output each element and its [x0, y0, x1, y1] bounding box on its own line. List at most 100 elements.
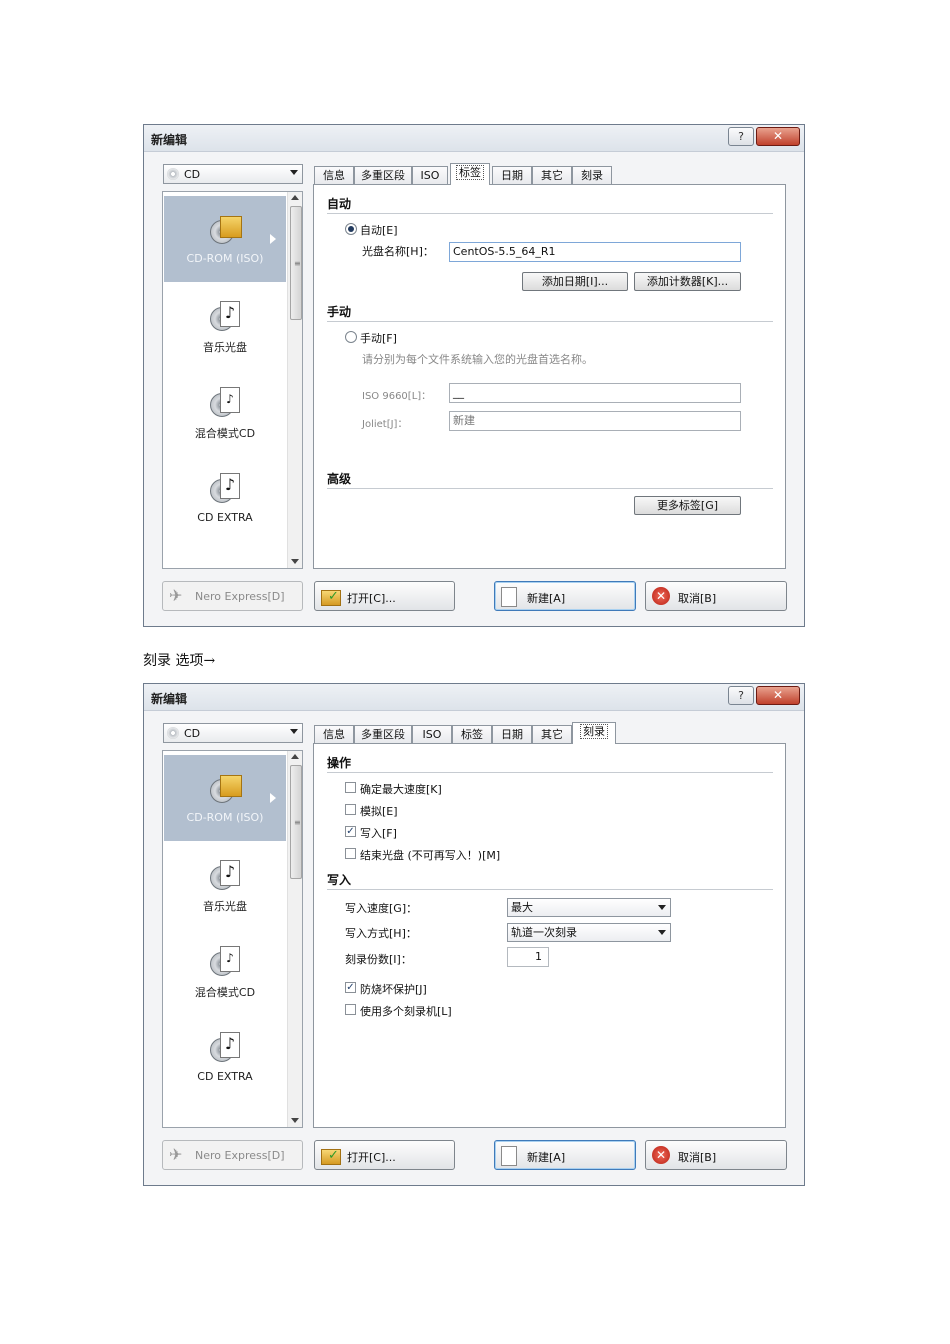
list-item-cdrom-iso[interactable]: CD-ROM (ISO): [164, 196, 286, 282]
tab-burn[interactable]: 刻录: [572, 722, 616, 744]
audio-cd-icon: ♪: [210, 860, 240, 890]
multi-recorder-label: 使用多个刻录机[L]: [360, 1005, 452, 1018]
chevron-right-icon: [270, 234, 276, 244]
list-scrollbar[interactable]: ≡: [287, 751, 302, 1127]
cd-extra-icon: ♪: [210, 473, 240, 503]
manual-radio[interactable]: [345, 331, 357, 343]
list-item-audio-cd[interactable]: ♪ 音乐光盘: [164, 283, 286, 369]
list-scrollbar[interactable]: ≡: [287, 192, 302, 568]
tab-date[interactable]: 日期: [492, 725, 532, 743]
help-button[interactable]: ?: [728, 127, 754, 146]
iso9660-label: ISO 9660[L]：: [362, 391, 432, 402]
burnproof-label: 防烧坏保护[J]: [360, 983, 427, 996]
manual-radio-label: 手动[F]: [360, 332, 397, 345]
tab-multisession[interactable]: 多重区段: [354, 725, 412, 743]
finalize-disc-checkbox[interactable]: [345, 848, 356, 859]
open-button[interactable]: 打开[C]...: [314, 581, 455, 611]
close-button[interactable]: ✕: [756, 127, 800, 146]
write-speed-select[interactable]: 最大: [507, 898, 671, 917]
disc-type-select[interactable]: CD: [163, 164, 303, 184]
tab-info[interactable]: 信息: [314, 725, 354, 743]
scroll-down-icon[interactable]: [291, 1118, 299, 1123]
write-checkbox[interactable]: ✓: [345, 826, 356, 837]
list-item-cd-extra[interactable]: ♪ CD EXTRA: [164, 1014, 286, 1100]
copies-stepper[interactable]: 1: [507, 947, 549, 967]
nero-express-button[interactable]: ✈ Nero Express[D]: [162, 1140, 303, 1170]
determine-max-speed-checkbox[interactable]: [345, 782, 356, 793]
mixed-mode-cd-icon: ♪: [210, 387, 240, 417]
list-item-cd-extra[interactable]: ♪ CD EXTRA: [164, 455, 286, 541]
new-button[interactable]: 新建[A]: [494, 1140, 636, 1170]
tab-burn[interactable]: 刻录: [572, 166, 612, 184]
section-action-title: 操作: [327, 756, 352, 770]
tab-label[interactable]: 标签: [452, 725, 492, 743]
disc-name-input[interactable]: CentOS-5.5_64_R1: [449, 242, 741, 262]
tab-info[interactable]: 信息: [314, 166, 354, 184]
simulate-checkbox[interactable]: [345, 804, 356, 815]
list-item-label: CD EXTRA: [197, 1070, 253, 1083]
tab-date[interactable]: 日期: [492, 166, 532, 184]
scroll-up-icon[interactable]: [291, 195, 299, 200]
tab-misc[interactable]: 其它: [532, 166, 572, 184]
scroll-down-icon[interactable]: [291, 559, 299, 564]
tab-multisession[interactable]: 多重区段: [354, 166, 412, 184]
open-button[interactable]: 打开[C]...: [314, 1140, 455, 1170]
determine-max-speed-label: 确定最大速度[K]: [360, 783, 442, 796]
open-folder-icon: [321, 589, 341, 606]
auto-radio-label: 自动[E]: [360, 224, 398, 237]
caption-text: 刻录 选项→: [143, 653, 216, 669]
more-labels-button[interactable]: 更多标签[G]: [634, 496, 741, 515]
burnproof-checkbox[interactable]: ✓: [345, 982, 356, 993]
section-manual-title: 手动: [327, 305, 352, 319]
open-folder-icon: [321, 1148, 341, 1165]
scroll-thumb[interactable]: ≡: [290, 206, 302, 320]
chevron-down-icon: [290, 170, 298, 175]
tab-iso[interactable]: ISO: [412, 725, 452, 743]
write-method-select[interactable]: 轨道一次刻录: [507, 923, 671, 942]
list-item-audio-cd[interactable]: ♪ 音乐光盘: [164, 842, 286, 928]
new-button[interactable]: 新建[A]: [494, 581, 636, 611]
nero-express-icon: ✈: [169, 586, 183, 605]
section-auto-title: 自动: [327, 197, 352, 211]
write-method-label: 写入方式[H]：: [345, 927, 417, 940]
disc-type-select[interactable]: CD: [163, 723, 303, 743]
auto-radio[interactable]: [345, 223, 357, 235]
scroll-up-icon[interactable]: [291, 754, 299, 759]
tab-iso[interactable]: ISO: [412, 166, 448, 184]
new-document-icon: [501, 1146, 517, 1166]
nero-express-button[interactable]: ✈ Nero Express[D]: [162, 581, 303, 611]
simulate-label: 模拟[E]: [360, 805, 398, 818]
nero-express-icon: ✈: [169, 1145, 183, 1164]
chevron-right-icon: [270, 793, 276, 803]
scroll-thumb[interactable]: ≡: [290, 765, 302, 879]
cancel-button[interactable]: ✕ 取消[B]: [645, 581, 787, 611]
title-bar[interactable]: 新编辑 ? ✕: [144, 125, 804, 152]
cancel-button[interactable]: ✕ 取消[B]: [645, 1140, 787, 1170]
add-date-button[interactable]: 添加日期[I]...: [522, 272, 628, 291]
multi-recorder-checkbox[interactable]: [345, 1004, 356, 1015]
compilation-type-list: CD-ROM (ISO) ♪ 音乐光盘 ♪ 混合模式CD ♪ CD EXTRA …: [162, 750, 303, 1128]
list-item-mixed-mode-cd[interactable]: ♪ 混合模式CD: [164, 369, 286, 455]
disc-type-value: CD: [184, 727, 201, 740]
divider: [327, 321, 773, 322]
close-button[interactable]: ✕: [756, 686, 800, 705]
joliet-input[interactable]: 新建: [449, 411, 741, 431]
tab-label[interactable]: 标签: [450, 163, 490, 185]
list-item-cdrom-iso[interactable]: CD-ROM (ISO): [164, 755, 286, 841]
iso9660-input[interactable]: __: [449, 383, 741, 403]
manual-hint: 请分别为每个文件系统输入您的光盘首选名称。: [362, 353, 593, 366]
title-bar[interactable]: 新编辑 ? ✕: [144, 684, 804, 711]
cd-icon: [167, 727, 179, 739]
divider: [327, 213, 773, 214]
section-advanced-title: 高级: [327, 472, 352, 486]
copies-label: 刻录份数[I]：: [345, 953, 412, 966]
list-item-mixed-mode-cd[interactable]: ♪ 混合模式CD: [164, 928, 286, 1014]
add-counter-button[interactable]: 添加计数器[K]...: [634, 272, 741, 291]
tab-misc[interactable]: 其它: [532, 725, 572, 743]
new-compilation-dialog-burn-tab: 新编辑 ? ✕ CD CD-ROM (ISO) ♪ 音乐光盘 ♪ 混合模式CD …: [143, 683, 805, 1186]
help-button[interactable]: ?: [728, 686, 754, 705]
cancel-icon: ✕: [652, 587, 670, 605]
dialog-title: 新编辑: [151, 692, 188, 706]
chevron-down-icon: [290, 729, 298, 734]
cd-icon: [167, 168, 179, 180]
